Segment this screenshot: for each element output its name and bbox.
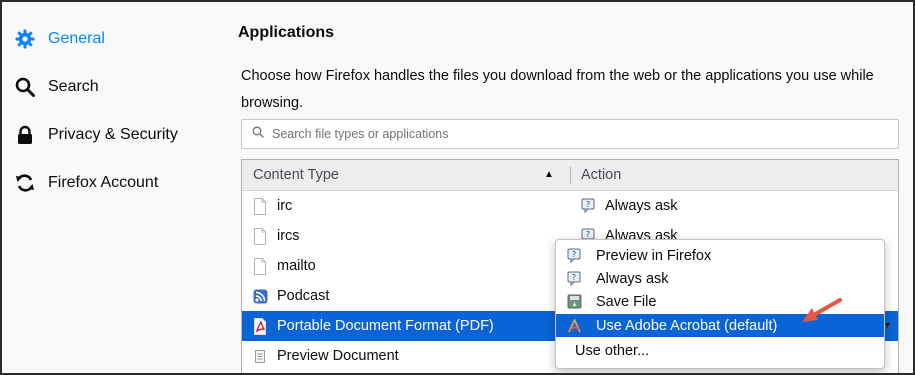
sidebar-item-general[interactable]: General xyxy=(14,24,214,54)
preferences-window: General Search Privacy & Security Firefo… xyxy=(0,0,915,375)
search-field[interactable] xyxy=(241,119,899,149)
menu-item-use-other[interactable]: Use other... xyxy=(556,339,884,362)
svg-text:?: ? xyxy=(586,200,590,209)
save-file-icon xyxy=(567,294,582,309)
svg-text:?: ? xyxy=(572,273,576,282)
column-header-action[interactable]: Action xyxy=(581,167,621,183)
column-divider[interactable] xyxy=(570,167,571,184)
gear-icon xyxy=(14,28,36,50)
column-header-content-type[interactable]: Content Type xyxy=(253,167,339,183)
table-row[interactable]: irc ? Always ask xyxy=(242,191,898,221)
content-type-label: Preview Document xyxy=(277,348,399,364)
menu-item-always-ask[interactable]: ? Always ask xyxy=(556,267,884,290)
sidebar-item-label: Privacy & Security xyxy=(48,126,178,143)
ask-icon: ? xyxy=(567,271,582,287)
sidebar-item-search[interactable]: Search xyxy=(14,72,214,102)
preferences-sidebar: General Search Privacy & Security Firefo… xyxy=(2,2,222,373)
menu-item-preview-in-firefox[interactable]: ? Preview in Firefox xyxy=(556,244,884,267)
file-icon xyxy=(253,198,267,215)
content-type-label: irc xyxy=(277,198,293,214)
menu-item-label: Always ask xyxy=(596,270,669,287)
lock-icon xyxy=(14,124,36,146)
content-type-label: Portable Document Format (PDF) xyxy=(277,318,494,334)
table-header: Content Type ▲ Action xyxy=(242,160,898,191)
search-input[interactable] xyxy=(270,126,890,142)
sync-icon xyxy=(14,172,36,194)
action-label: Always ask xyxy=(605,198,678,214)
menu-item-label: Use Adobe Acrobat (default) xyxy=(596,317,778,334)
content-type-label: ircs xyxy=(277,228,300,244)
svg-text:?: ? xyxy=(586,230,590,239)
menu-item-label: Save File xyxy=(596,293,657,310)
sidebar-item-firefox-account[interactable]: Firefox Account xyxy=(14,168,214,198)
sort-ascending-icon: ▲ xyxy=(544,169,554,180)
ask-icon: ? xyxy=(567,248,582,264)
content-type-label: mailto xyxy=(277,258,316,274)
rss-icon xyxy=(253,288,268,305)
sidebar-item-label: Firefox Account xyxy=(48,174,159,191)
sidebar-item-label: Search xyxy=(48,78,99,95)
ask-icon: ? xyxy=(581,198,596,214)
menu-item-label: Use other... xyxy=(575,342,650,359)
file-icon xyxy=(253,228,267,245)
sidebar-item-label: General xyxy=(48,30,105,47)
section-description: Choose how Firefox handles the files you… xyxy=(241,68,874,111)
annotation-arrow-icon xyxy=(802,298,842,322)
sidebar-item-privacy[interactable]: Privacy & Security xyxy=(14,120,214,150)
search-icon xyxy=(14,76,36,98)
menu-item-label: Preview in Firefox xyxy=(596,247,712,264)
acrobat-icon xyxy=(567,318,582,333)
document-icon xyxy=(253,348,267,365)
svg-text:?: ? xyxy=(572,250,576,259)
search-icon xyxy=(252,125,264,143)
section-title: Applications xyxy=(238,24,335,41)
content-type-label: Podcast xyxy=(277,288,330,304)
pdf-icon xyxy=(253,318,267,335)
file-icon xyxy=(253,258,267,275)
